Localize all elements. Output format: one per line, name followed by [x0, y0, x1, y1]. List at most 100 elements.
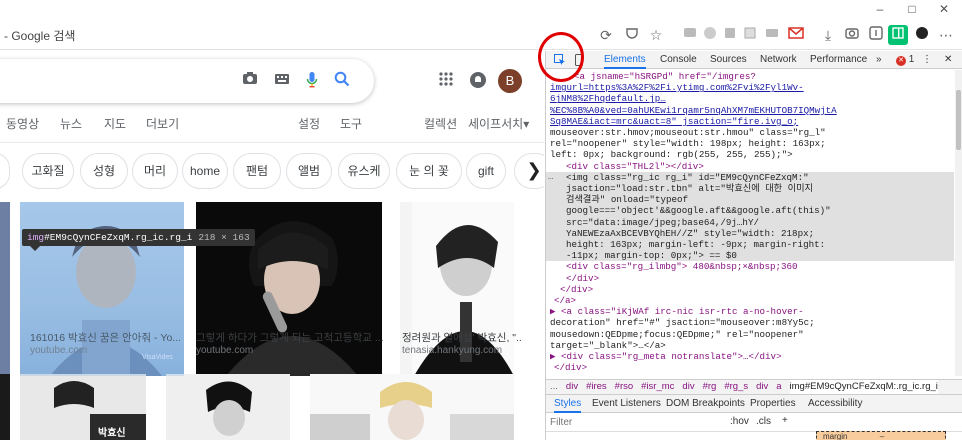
tab-more[interactable]: 더보기: [146, 115, 179, 132]
extension-chat-icon[interactable]: [680, 25, 700, 45]
dom-line[interactable]: </div>: [546, 362, 954, 373]
maximize-button[interactable]: □: [896, 0, 928, 20]
search-box[interactable]: [0, 59, 374, 103]
tab-collections[interactable]: 컬렉션: [424, 115, 457, 132]
styles-filter-input[interactable]: [550, 415, 710, 430]
chip-hd[interactable]: 고화질: [22, 153, 74, 189]
class-toggle[interactable]: .cls: [756, 416, 771, 427]
tab-performance[interactable]: Performance: [810, 51, 867, 69]
dom-line[interactable]: <div class="rg_ilmbg"> 480&nbsp;×&nbsp;3…: [546, 261, 954, 272]
result-source-3[interactable]: tenasia.hankyung.com: [402, 345, 502, 356]
chip-phantom[interactable]: 팬텀: [233, 153, 281, 189]
pocket-icon[interactable]: [622, 25, 642, 45]
tab-dom-breakpoints[interactable]: DOM Breakpoints: [666, 395, 745, 413]
breadcrumb-item[interactable]: #ires: [586, 380, 607, 394]
dom-line-selected[interactable]: YaNEWEzaAxBCEVBYQhEH//Z" style="width: 2…: [546, 227, 954, 239]
dom-line[interactable]: left: 0px; background: rgb(255, 255, 255…: [546, 149, 954, 160]
gmail-icon[interactable]: [786, 25, 806, 45]
devtools-close-icon[interactable]: ✕: [944, 51, 952, 69]
dom-line[interactable]: %EC%8B%A0&ved=0ahUKEwi1rqamr5nqAhXM7mEKH…: [546, 105, 954, 116]
dom-line[interactable]: imgurl=https%3A%2F%2Fi.ytimg.com%2Fvi%2F…: [546, 82, 954, 93]
dom-scrollbar-thumb[interactable]: [956, 90, 961, 150]
tab-console[interactable]: Console: [660, 51, 697, 69]
error-counter[interactable]: ✕ 1: [896, 51, 914, 69]
bookmark-star-icon[interactable]: ☆: [646, 25, 666, 45]
tab-videos[interactable]: 동영상: [6, 115, 39, 132]
chip-yoohee[interactable]: 유스케: [338, 153, 390, 189]
account-avatar[interactable]: B: [498, 69, 522, 93]
menu-dots-icon[interactable]: ⋯: [936, 25, 956, 45]
breadcrumb-item[interactable]: ...: [550, 380, 558, 394]
url-text[interactable]: - Google 검색: [4, 27, 75, 44]
result-caption-3[interactable]: 정려원과 열애설' 박효신, "...: [402, 330, 522, 345]
dom-line-selected[interactable]: 검색결과" onload="typeof: [546, 194, 954, 206]
dom-line[interactable]: <div class="THL2l"></div>: [546, 161, 954, 172]
image-thumb-partial[interactable]: [0, 202, 10, 376]
dom-line[interactable]: Sq8MAE&iact=mrc&uact=8" jsaction="fire.i…: [546, 116, 954, 127]
dom-tree[interactable]: <a jsname="hSRGPd" href="/imgres? imgurl=…: [546, 69, 962, 379]
dom-line-selected[interactable]: jsaction="load:str.tbn" alt="박효신에 대한 이미지: [546, 183, 954, 195]
breadcrumb-item[interactable]: a: [776, 380, 781, 394]
tab-event-listeners[interactable]: Event Listeners: [592, 395, 661, 413]
dom-line-selected[interactable]: -11px; margin-top: 0px;"> == $0: [546, 250, 954, 262]
info-icon[interactable]: [866, 25, 886, 45]
sidebar-extension-icon[interactable]: [888, 25, 908, 45]
tab-settings[interactable]: 설정: [298, 115, 320, 132]
tab-maps[interactable]: 지도: [104, 115, 126, 132]
devtools-menu-icon[interactable]: ⋮: [922, 51, 932, 69]
result-caption-2[interactable]: 그렇게 하다가 그렇게 되는 고척고등학교 ...: [196, 330, 386, 345]
keyboard-icon[interactable]: [272, 71, 292, 91]
voice-search-icon[interactable]: [302, 71, 322, 91]
chip-partial[interactable]: [0, 153, 10, 189]
image-thumb-row2-1[interactable]: 박효신: [20, 374, 146, 440]
extension-box-icon[interactable]: [720, 25, 740, 45]
breadcrumb-item[interactable]: #rg_s: [724, 380, 748, 394]
tab-elements[interactable]: Elements: [604, 51, 646, 69]
tab-styles[interactable]: Styles: [554, 395, 582, 413]
image-thumb-row2-partial[interactable]: [0, 374, 10, 440]
add-style-rule-button[interactable]: +: [782, 415, 788, 426]
hover-state-toggle[interactable]: :hov: [730, 416, 749, 427]
dom-line[interactable]: 6jNM8%2Fhqdefault.jp…: [546, 93, 954, 104]
breadcrumb-item[interactable]: div: [756, 380, 768, 394]
address-bar[interactable]: - Google 검색 ⟳ ☆ ⤓ ⋯: [0, 20, 962, 50]
search-icon[interactable]: [332, 71, 352, 91]
profile-icon[interactable]: [912, 25, 932, 45]
image-thumb-row2-3[interactable]: [310, 374, 514, 440]
apps-grid-icon[interactable]: [436, 71, 456, 91]
dom-line[interactable]: ▶ <div class="rg_meta notranslate">…</di…: [546, 351, 954, 362]
breadcrumb-item[interactable]: #isr_mc: [641, 380, 674, 394]
extension-keyboard-icon[interactable]: [762, 25, 782, 45]
breadcrumb-item[interactable]: #rg: [703, 380, 717, 394]
dom-line[interactable]: </a>: [546, 295, 954, 306]
result-source-2[interactable]: youtube.com: [196, 345, 253, 356]
dom-line[interactable]: mousedown:QEDpme;focus:QEDpme;" rel="noo…: [546, 329, 954, 340]
tab-properties[interactable]: Properties: [750, 395, 796, 413]
chip-album[interactable]: 앨범: [286, 153, 332, 189]
dom-line-selected[interactable]: <img class="rg_ic rg_i" id="EM9cQynCFeZx…: [546, 171, 954, 183]
screenshot-icon[interactable]: [842, 25, 862, 45]
dom-line[interactable]: decoration" href="#" jsaction="mouseover…: [546, 317, 954, 328]
dom-line[interactable]: target="_blank">…</a>: [546, 340, 954, 351]
more-tabs-icon[interactable]: »: [876, 51, 882, 69]
breadcrumb-item[interactable]: div: [566, 380, 578, 394]
chip-home[interactable]: home: [182, 153, 228, 189]
download-icon[interactable]: ⤓: [818, 25, 838, 45]
extension-grid-icon[interactable]: [740, 25, 760, 45]
tab-accessibility[interactable]: Accessibility: [808, 395, 862, 413]
chip-surgery[interactable]: 성형: [80, 153, 128, 189]
reload-icon[interactable]: ⟳: [596, 25, 616, 45]
breadcrumb-item[interactable]: img#EM9cQynCFeZxqM:.rg_ic.rg_i: [789, 380, 938, 394]
chip-gift[interactable]: gift: [466, 153, 506, 189]
tab-network[interactable]: Network: [760, 51, 797, 69]
extension-cloud-icon[interactable]: [700, 25, 720, 45]
dom-line-selected[interactable]: src="data:image/jpeg;base64,/9j…hY/: [546, 216, 954, 228]
dom-line[interactable]: <a jsname="hSRGPd" href="/imgres?: [546, 71, 954, 82]
breadcrumb-item[interactable]: #rso: [615, 380, 633, 394]
chip-hair[interactable]: 머리: [132, 153, 178, 189]
tab-tools[interactable]: 도구: [340, 115, 362, 132]
image-thumb-row2-2[interactable]: [166, 374, 290, 440]
tab-news[interactable]: 뉴스: [60, 115, 82, 132]
tab-sources[interactable]: Sources: [710, 51, 747, 69]
dom-line[interactable]: ▶ <a class="iKjWAf irc-nic isr-rtc a-no-…: [546, 306, 954, 317]
